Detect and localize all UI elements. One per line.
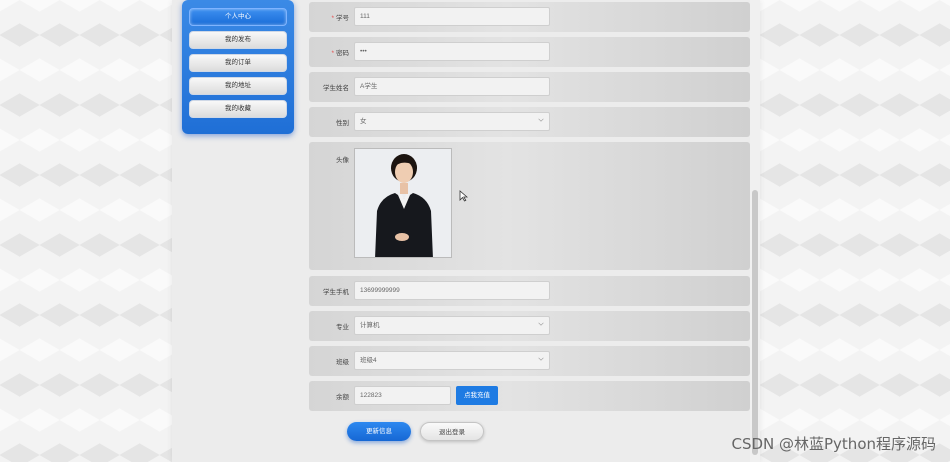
logout-button[interactable]: 退出登录 [420, 422, 484, 441]
sidebar-item-my-orders[interactable]: 我的订单 [189, 54, 287, 72]
mouse-cursor-icon [459, 190, 468, 202]
chevron-down-icon [538, 322, 544, 326]
balance-label: 余额 [336, 394, 349, 401]
scrollbar[interactable] [750, 0, 760, 462]
watermark: CSDN @林蓝Python程序源码 [731, 435, 936, 453]
form-row-student-name: 学生姓名 A学生 [309, 72, 750, 102]
update-info-button[interactable]: 更新信息 [347, 422, 411, 441]
gender-label: 性别 [336, 120, 349, 127]
password-label: * 密码 [331, 50, 349, 57]
form-row-gender: 性别 女 [309, 107, 750, 137]
form-row-avatar: 头像 [309, 142, 750, 270]
major-label: 专业 [336, 324, 349, 331]
balance-input[interactable]: 122823 [354, 386, 451, 405]
phone-input[interactable]: 13699999999 [354, 281, 550, 300]
password-input[interactable]: ••• [354, 42, 550, 61]
sidebar-item-personal-center[interactable]: 个人中心 [189, 8, 287, 26]
sidebar-item-my-favorites[interactable]: 我的收藏 [189, 100, 287, 118]
form-row-balance: 余额 122823 点我充值 [309, 381, 750, 411]
sidebar-item-my-posts[interactable]: 我的发布 [189, 31, 287, 49]
student-name-label: 学生姓名 [323, 85, 349, 92]
student-id-label: * 学号 [331, 15, 349, 22]
phone-label: 学生手机 [323, 289, 349, 296]
chevron-down-icon [538, 357, 544, 361]
gender-value: 女 [360, 118, 367, 125]
class-value: 班级4 [360, 357, 377, 364]
student-id-input[interactable]: 111 [354, 7, 550, 26]
chevron-down-icon [538, 118, 544, 122]
class-select[interactable]: 班级4 [354, 351, 550, 370]
student-name-input[interactable]: A学生 [354, 77, 550, 96]
scrollbar-thumb[interactable] [752, 190, 758, 455]
form-row-phone: 学生手机 13699999999 [309, 276, 750, 306]
sidebar-item-my-address[interactable]: 我的地址 [189, 77, 287, 95]
sidebar-menu: 个人中心 我的发布 我的订单 我的地址 我的收藏 [182, 0, 294, 134]
form-row-student-id: * 学号 111 [309, 2, 750, 32]
major-select[interactable]: 计算机 [354, 316, 550, 335]
required-mark: * [331, 50, 334, 57]
avatar-upload[interactable] [354, 148, 452, 258]
avatar-label: 头像 [336, 157, 349, 164]
form-row-major: 专业 计算机 [309, 311, 750, 341]
avatar-image [355, 149, 451, 257]
class-label: 班级 [336, 359, 349, 366]
form-row-password: * 密码 ••• [309, 37, 750, 67]
recharge-button[interactable]: 点我充值 [456, 386, 498, 405]
required-mark: * [331, 15, 334, 22]
form-row-class: 班级 班级4 [309, 346, 750, 376]
gender-select[interactable]: 女 [354, 112, 550, 131]
major-value: 计算机 [360, 322, 380, 329]
